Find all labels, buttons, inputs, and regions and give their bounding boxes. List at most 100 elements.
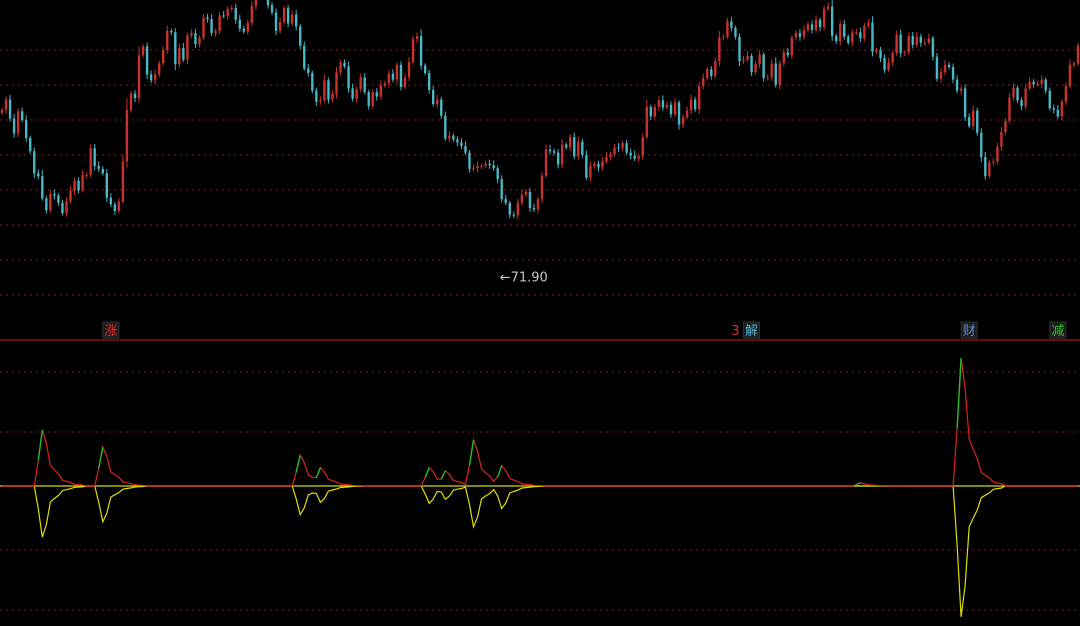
candle — [282, 5, 286, 25]
candle — [125, 98, 129, 169]
candle — [685, 106, 689, 120]
candle — [101, 166, 104, 176]
candle — [1008, 92, 1011, 124]
candle — [24, 115, 28, 142]
candle — [851, 29, 854, 47]
candle — [339, 60, 342, 76]
candle — [597, 160, 600, 172]
candle — [182, 42, 185, 62]
candle — [830, 0, 834, 41]
candle — [569, 134, 572, 152]
candle — [222, 10, 225, 19]
candle — [935, 53, 939, 82]
candle — [859, 27, 862, 43]
indicator-spike-rise — [956, 358, 962, 429]
candle — [653, 103, 657, 120]
candle — [315, 87, 318, 106]
candle — [943, 59, 947, 76]
candle — [810, 20, 814, 34]
candle — [65, 197, 68, 217]
candle — [476, 161, 479, 173]
candle — [818, 17, 822, 32]
candle — [387, 70, 391, 87]
candle — [839, 20, 842, 46]
candle — [117, 198, 121, 215]
candle — [41, 170, 44, 201]
candle — [754, 60, 757, 75]
candle — [919, 34, 923, 47]
candle — [423, 63, 427, 76]
candle — [734, 25, 737, 40]
candle — [37, 169, 40, 180]
candle — [141, 44, 145, 58]
candle — [383, 80, 387, 88]
candle — [379, 80, 383, 100]
candle — [448, 131, 451, 143]
candle — [12, 113, 16, 138]
candle — [347, 61, 350, 93]
candle — [794, 29, 798, 41]
candle — [867, 19, 870, 28]
candle — [875, 47, 878, 55]
candle — [520, 189, 524, 206]
candle — [564, 142, 568, 150]
candle — [536, 196, 540, 214]
indicator-spike-rise — [37, 429, 44, 461]
candle — [190, 29, 193, 38]
candle — [891, 50, 894, 67]
candle — [230, 4, 233, 12]
stock-chart: ←71.90 涨 3解 财 减 — [0, 0, 1080, 617]
candle — [395, 62, 399, 84]
candle — [327, 77, 330, 104]
candle — [57, 193, 60, 206]
candle — [903, 50, 906, 57]
candle — [1004, 118, 1007, 136]
candle — [710, 66, 713, 80]
candle — [573, 132, 576, 160]
candle — [323, 74, 326, 103]
candle — [955, 75, 959, 94]
candle — [1048, 87, 1051, 111]
candle — [432, 85, 435, 107]
event-marker: 减 — [1049, 321, 1067, 339]
candle — [528, 188, 532, 212]
candle — [0, 107, 4, 116]
indicator-spike-rise — [315, 467, 322, 478]
candle — [560, 139, 564, 168]
candle — [879, 46, 882, 63]
candle — [194, 28, 197, 49]
candle — [109, 193, 113, 207]
candle — [702, 73, 705, 90]
candle — [500, 175, 503, 203]
candle — [641, 133, 644, 160]
candle — [524, 189, 528, 197]
candle — [947, 62, 951, 70]
candle — [375, 88, 378, 101]
candle — [149, 70, 153, 83]
candle — [931, 36, 935, 61]
candle — [1064, 82, 1068, 105]
candle — [911, 32, 914, 49]
candlestick-series — [0, 0, 1080, 220]
candle — [1068, 59, 1072, 89]
candle — [766, 74, 769, 81]
indicator-grid — [0, 371, 1080, 611]
candle — [436, 94, 439, 108]
candle — [552, 148, 556, 156]
candle — [593, 161, 596, 169]
candle — [105, 168, 108, 203]
candle — [355, 86, 358, 103]
candle — [488, 159, 491, 169]
candle — [1020, 97, 1023, 111]
candle — [1052, 104, 1056, 114]
candle — [762, 52, 765, 82]
candle — [730, 16, 733, 32]
candle — [774, 57, 777, 88]
candle — [133, 90, 137, 103]
candle — [202, 14, 205, 40]
event-marker-label: 3 — [731, 324, 739, 339]
candle — [153, 69, 157, 85]
candle — [270, 2, 274, 16]
candle — [871, 16, 874, 57]
candle — [77, 177, 80, 194]
